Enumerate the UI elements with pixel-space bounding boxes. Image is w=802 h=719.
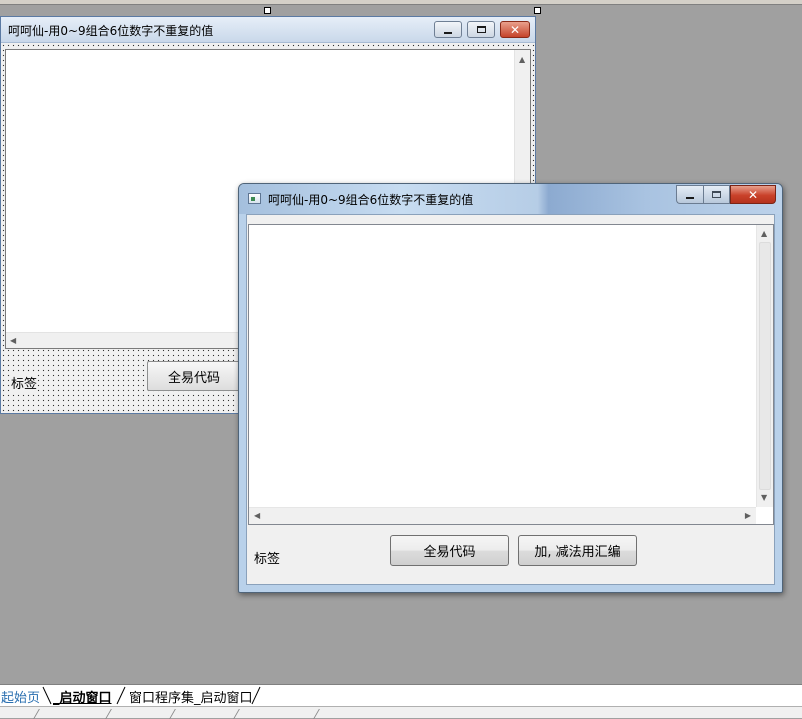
designer-window-title: 呵呵仙-用0~9组合6位数字不重复的值 [8, 24, 214, 38]
designer-close-button[interactable]: ✕ [500, 21, 530, 38]
bottom-strip [0, 706, 802, 719]
preview-title-bar[interactable]: 呵呵仙-用0~9组合6位数字不重复的值 ✕ [239, 184, 782, 214]
preview-vertical-scrollbar[interactable]: ▲ ▼ [756, 225, 773, 507]
designer-maximize-button[interactable] [467, 21, 495, 38]
scroll-up-icon[interactable]: ▲ [761, 230, 767, 238]
designer-title-bar[interactable]: 呵呵仙-用0~9组合6位数字不重复的值 ✕ [1, 17, 535, 43]
maximize-icon [476, 26, 486, 33]
preview-client-area: ▲ ▼ ◀ ▶ 标签 全易代码 加, 减法用汇编 [246, 214, 775, 585]
scroll-right-icon[interactable]: ▶ [745, 512, 751, 520]
preview-horizontal-scrollbar[interactable]: ◀ ▶ [249, 507, 756, 524]
preview-caption-buttons: ✕ [676, 185, 776, 204]
designer-minimize-button[interactable] [434, 21, 462, 38]
top-strip [0, 0, 802, 5]
preview-minimize-button[interactable] [676, 185, 703, 204]
tab-start-page[interactable]: 起始页 [1, 687, 40, 706]
close-icon: ✕ [509, 22, 521, 37]
scroll-left-icon[interactable]: ◀ [10, 337, 16, 345]
editor-tab-bar: 起始页 _启动窗口 窗口程序集_启动窗口 [0, 684, 802, 706]
preview-vertical-scroll-thumb[interactable] [759, 242, 771, 490]
tab-separator-icon [251, 686, 261, 705]
app-window-icon [248, 193, 261, 204]
minimize-icon [444, 31, 452, 34]
scroll-left-icon[interactable]: ◀ [254, 512, 260, 520]
tab-window-assembly[interactable]: 窗口程序集_启动窗口 [129, 687, 253, 706]
scroll-up-icon[interactable]: ▲ [519, 56, 525, 64]
minimize-icon [686, 196, 694, 199]
preview-window[interactable]: 呵呵仙-用0~9组合6位数字不重复的值 ✕ ▲ ▼ ◀ ▶ 标签 全易代码 加,… [238, 183, 783, 593]
maximize-icon [712, 191, 721, 198]
resize-handle-top[interactable] [264, 7, 271, 14]
preview-window-title: 呵呵仙-用0~9组合6位数字不重复的值 [268, 193, 474, 207]
designer-label: 标签 [11, 373, 38, 392]
tab-separator-icon [42, 686, 52, 705]
resize-handle-top-right[interactable] [534, 7, 541, 14]
preview-textbox[interactable]: ▲ ▼ ◀ ▶ [248, 224, 774, 525]
add-subtract-asm-button[interactable]: 加, 减法用汇编 [518, 535, 637, 566]
preview-label: 标签 [254, 552, 281, 567]
close-icon: ✕ [747, 187, 759, 202]
preview-close-button[interactable]: ✕ [730, 185, 776, 204]
tab-startup-window[interactable]: _启动窗口 [53, 687, 112, 706]
full-code-button[interactable]: 全易代码 [390, 535, 509, 566]
scroll-down-icon[interactable]: ▼ [761, 494, 767, 502]
preview-maximize-button[interactable] [703, 185, 730, 204]
tab-separator-icon [116, 686, 126, 705]
